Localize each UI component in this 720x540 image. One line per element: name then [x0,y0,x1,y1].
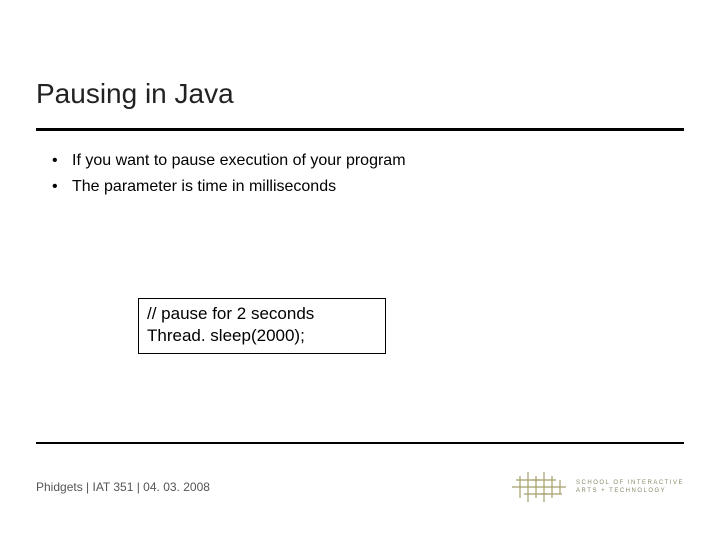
body-area: If you want to pause execution of your p… [0,131,720,199]
logo-text-line: ARTS + TECHNOLOGY [576,487,684,495]
slide-title: Pausing in Java [36,78,684,110]
footer-text: Phidgets | IAT 351 | 04. 03. 2008 [36,480,210,494]
code-line: Thread. sleep(2000); [147,325,377,347]
logo-text-line: SCHOOL OF INTERACTIVE [576,479,684,487]
bullet-item: If you want to pause execution of your p… [48,149,684,173]
logo-text: SCHOOL OF INTERACTIVE ARTS + TECHNOLOGY [576,479,684,496]
logo-block: SCHOOL OF INTERACTIVE ARTS + TECHNOLOGY [512,470,684,504]
divider-bottom [36,442,684,444]
title-area: Pausing in Java [0,0,720,131]
bullet-list: If you want to pause execution of your p… [48,149,684,199]
slide: Pausing in Java If you want to pause exe… [0,0,720,540]
siat-logo-icon [512,470,566,504]
bullet-item: The parameter is time in milliseconds [48,175,684,199]
code-box: // pause for 2 seconds Thread. sleep(200… [138,298,386,354]
code-line: // pause for 2 seconds [147,303,377,325]
